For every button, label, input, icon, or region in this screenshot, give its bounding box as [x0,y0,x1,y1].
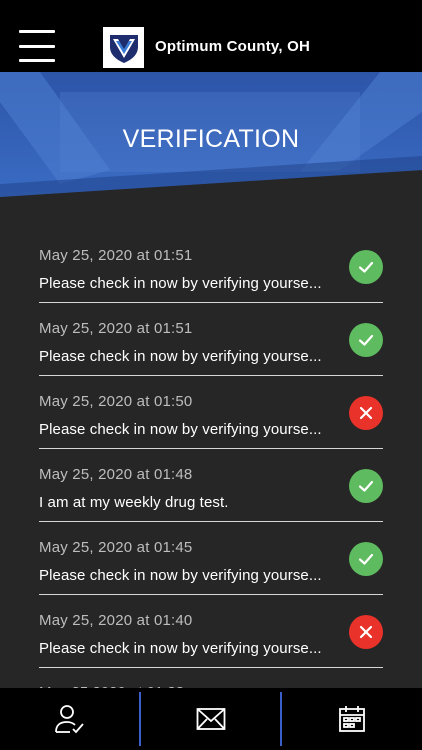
list-item[interactable]: May 25, 2020 at 01:51 Please check in now… [39,230,383,303]
tab-check-in[interactable] [0,688,141,750]
tab-divider [139,692,141,746]
shield-logo-icon [103,27,144,68]
check-circle-icon [349,250,383,284]
verification-date: May 25, 2020 at 01:45 [39,539,193,556]
user-check-icon [55,705,85,734]
verification-message: Please check in now by verifying yourse.… [39,348,322,365]
envelope-icon [196,708,226,730]
page-banner: VERIFICATION [0,72,422,197]
hamburger-menu-icon [19,30,55,33]
bottom-tab-bar [0,688,422,750]
top-bar: Optimum County, OH [0,0,422,72]
verification-date: May 25, 2020 at 01:51 [39,320,193,337]
list-item[interactable]: May 25, 2020 at 01:40 Please check in now… [39,595,383,668]
verification-message: Please check in now by verifying yourse.… [39,275,322,292]
tab-calendar[interactable] [281,688,422,750]
app-title: Optimum County, OH [155,38,310,55]
verification-date: May 25, 2020 at 01:51 [39,247,193,264]
tab-divider [280,692,282,746]
calendar-icon [338,706,365,732]
page-title: VERIFICATION [122,125,300,153]
check-circle-icon [349,469,383,503]
x-circle-icon [349,615,383,649]
check-circle-icon [349,542,383,576]
verification-message: Please check in now by verifying yourse.… [39,640,322,657]
x-circle-icon [349,396,383,430]
list-item[interactable]: May 25, 2020 at 01:51 Please check in now… [39,303,383,376]
list-item[interactable]: May 25, 2020 at 01:50 Please check in now… [39,376,383,449]
check-circle-icon [349,323,383,357]
list-item[interactable]: May 25, 2020 at 01:45 Please check in now… [39,522,383,595]
verification-date: May 25, 2020 at 01:50 [39,393,193,410]
verification-message: I am at my weekly drug test. [39,494,229,511]
list-item[interactable]: May 25, 2020 at 01:48 I am at my weekly d… [39,449,383,522]
menu-button[interactable] [19,30,55,62]
verification-list: May 25, 2020 at 01:51 Please check in now… [39,230,383,668]
verification-date: May 25, 2020 at 01:48 [39,466,193,483]
verification-message: Please check in now by verifying yourse.… [39,421,322,438]
tab-messages[interactable] [141,688,282,750]
verification-message: Please check in now by verifying yourse.… [39,567,322,584]
verification-date: May 25, 2020 at 01:40 [39,612,193,629]
